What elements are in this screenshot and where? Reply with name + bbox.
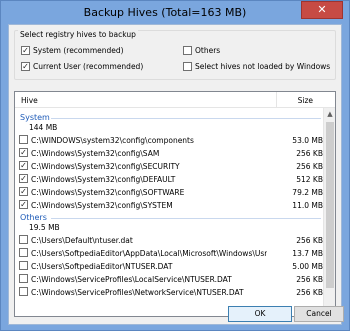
group-size-system: 144 MB: [29, 123, 58, 132]
hive-size: 256 KB: [296, 162, 323, 171]
table-row[interactable]: C:\Users\Default\ntuser.dat 256 KB: [15, 234, 323, 246]
hive-size: 512 KB: [296, 175, 323, 184]
checkbox-label: System (recommended): [33, 46, 124, 55]
hive-size: 53.0 MB: [292, 136, 323, 145]
hive-size: 256 KB: [296, 288, 323, 297]
hive-path: C:\Windows\System32\config\SOFTWARE: [31, 188, 185, 197]
checkbox-box[interactable]: ✓: [21, 62, 30, 71]
hive-size: 11.0 MB: [292, 201, 323, 210]
table-row[interactable]: ✓ C:\Windows\System32\config\SECURITY 25…: [15, 160, 323, 172]
row-checkbox[interactable]: [19, 261, 28, 270]
checkbox-label: Select hives not loaded by Windows: [195, 62, 331, 71]
hive-path: C:\Windows\ServiceProfiles\LocalService\…: [31, 275, 232, 284]
row-checkbox[interactable]: ✓: [19, 148, 28, 157]
others-checkbox[interactable]: Others: [183, 45, 220, 56]
table-row[interactable]: C:\Windows\ServiceProfiles\NetworkServic…: [15, 286, 323, 298]
checkbox-label: Current User (recommended): [33, 62, 144, 71]
row-checkbox[interactable]: ✓: [19, 200, 28, 209]
table-row[interactable]: C:\Users\SoftpediaEditor\NTUSER.DAT 5.00…: [15, 260, 323, 272]
table-row[interactable]: C:\Users\SoftpediaEditor\AppData\Local\M…: [15, 247, 323, 259]
hive-selection-legend: Select registry hives to backup: [18, 30, 138, 39]
group-title-others: Others: [20, 213, 47, 222]
list-header: Hive Size: [15, 92, 335, 108]
hive-list[interactable]: Hive Size System 144 MB C:\WINDOWS\syste…: [14, 91, 336, 317]
row-checkbox[interactable]: [19, 274, 28, 283]
scroll-up-arrow-icon[interactable]: ▲: [325, 109, 335, 120]
group-divider: [51, 118, 321, 119]
checkbox-box[interactable]: [183, 46, 192, 55]
table-row[interactable]: ✓ C:\Windows\System32\config\SAM 256 KB: [15, 147, 323, 159]
dialog-client-area: Select registry hives to backup ✓ System…: [8, 24, 342, 325]
group-title-system: System: [20, 113, 50, 122]
table-row[interactable]: C:\Windows\ServiceProfiles\LocalService\…: [15, 273, 323, 285]
row-checkbox[interactable]: [19, 235, 28, 244]
close-button[interactable]: ✕: [301, 1, 343, 19]
hive-path: C:\Windows\System32\config\SECURITY: [31, 162, 180, 171]
hives-not-loaded-checkbox[interactable]: Select hives not loaded by Windows: [183, 61, 330, 72]
hive-size: 79.2 MB: [292, 188, 323, 197]
hive-size: 13.7 MB: [292, 249, 323, 258]
row-checkbox[interactable]: [19, 287, 28, 296]
window-title: Backup Hives (Total=163 MB): [83, 6, 247, 19]
table-row[interactable]: ✓ C:\Windows\System32\config\SOFTWARE 79…: [15, 186, 323, 198]
checkbox-box[interactable]: ✓: [21, 46, 30, 55]
vertical-scrollbar[interactable]: ▲ ▼: [323, 108, 335, 316]
hive-size: 5.00 MB: [292, 262, 323, 271]
hive-path: C:\Windows\System32\config\SYSTEM: [31, 201, 173, 210]
hive-path: C:\Users\Default\ntuser.dat: [31, 236, 133, 245]
column-header-size[interactable]: Size: [298, 96, 313, 105]
row-checkbox[interactable]: ✓: [19, 187, 28, 196]
system-recommended-checkbox[interactable]: ✓ System (recommended): [21, 45, 124, 56]
backup-hives-window: Backup Hives (Total=163 MB) ✕ Select reg…: [0, 0, 350, 331]
cancel-button[interactable]: Cancel: [294, 306, 344, 322]
checkbox-label: Others: [195, 46, 221, 55]
hive-path: C:\Windows\System32\config\SAM: [31, 149, 160, 158]
group-divider: [51, 218, 321, 219]
ok-button[interactable]: OK: [228, 306, 292, 322]
column-header-hive[interactable]: Hive: [21, 96, 38, 105]
row-checkbox[interactable]: ✓: [19, 174, 28, 183]
hive-size: 256 KB: [296, 275, 323, 284]
current-user-recommended-checkbox[interactable]: ✓ Current User (recommended): [21, 61, 143, 72]
hive-size: 256 KB: [296, 149, 323, 158]
hive-path: C:\Windows\System32\config\DEFAULT: [31, 175, 176, 184]
hive-size: 256 KB: [296, 236, 323, 245]
table-row[interactable]: ✓ C:\Windows\System32\config\DEFAULT 512…: [15, 173, 323, 185]
table-row[interactable]: C:\WINDOWS\system32\config\components 53…: [15, 134, 323, 146]
group-size-others: 19.5 MB: [29, 223, 60, 232]
scrollbar-thumb[interactable]: [326, 122, 334, 288]
checkbox-box[interactable]: [183, 62, 192, 71]
hive-path: C:\WINDOWS\system32\config\components: [31, 136, 194, 145]
column-divider[interactable]: [276, 92, 277, 108]
row-checkbox[interactable]: ✓: [19, 161, 28, 170]
row-checkbox[interactable]: [19, 248, 28, 257]
hive-path: C:\Users\SoftpediaEditor\NTUSER.DAT: [31, 262, 173, 271]
hive-path: C:\Windows\ServiceProfiles\NetworkServic…: [31, 288, 244, 297]
table-row[interactable]: ✓ C:\Windows\System32\config\SYSTEM 11.0…: [15, 199, 323, 211]
hive-path: C:\Users\SoftpediaEditor\AppData\Local\M…: [31, 249, 267, 258]
row-checkbox[interactable]: [19, 135, 28, 144]
title-bar[interactable]: Backup Hives (Total=163 MB) ✕: [1, 1, 349, 24]
hive-selection-group: Select registry hives to backup ✓ System…: [14, 30, 336, 80]
